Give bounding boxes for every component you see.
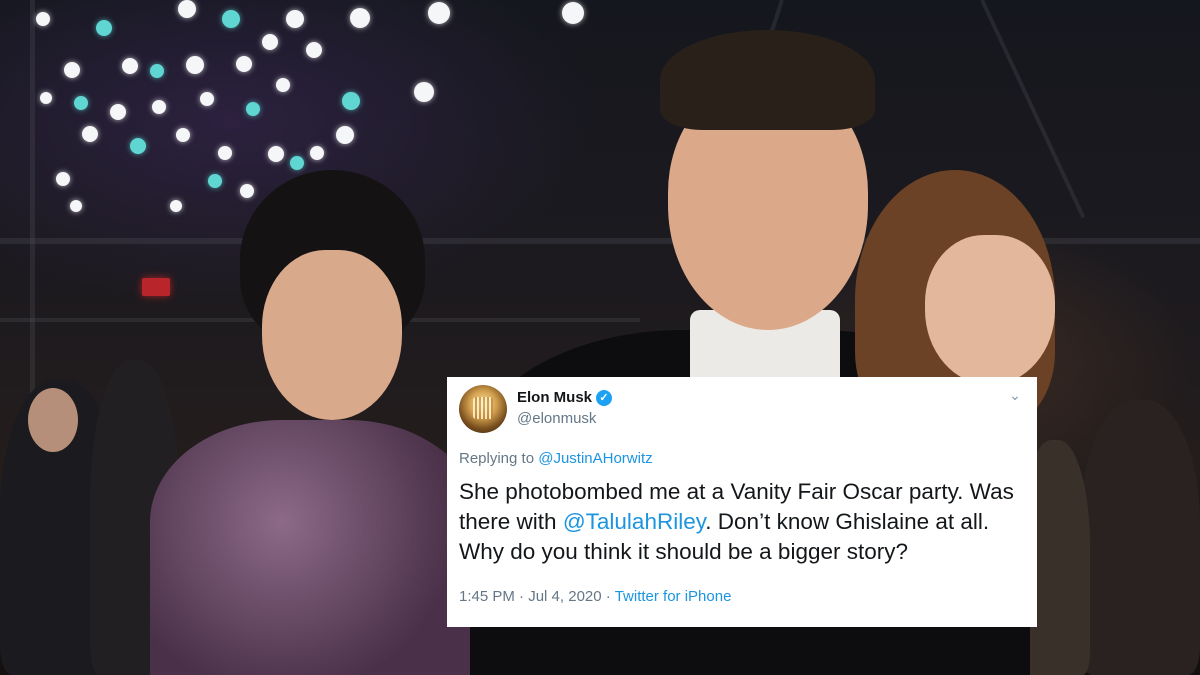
chevron-down-icon[interactable]: ⌄ (1005, 385, 1025, 405)
person-left-face (262, 250, 402, 420)
party-light (70, 200, 82, 212)
party-light (276, 78, 290, 92)
party-light (200, 92, 214, 106)
party-light (130, 138, 146, 154)
background-guest (1080, 400, 1200, 675)
tweet-time[interactable]: 1:45 PM (459, 588, 515, 605)
display-name[interactable]: Elon Musk (517, 389, 592, 406)
meta-separator: · (605, 588, 611, 605)
person-left-dress (150, 420, 480, 675)
party-light (64, 62, 80, 78)
party-light (74, 96, 88, 110)
party-light (310, 146, 324, 160)
party-light (290, 156, 304, 170)
party-light (208, 174, 222, 188)
tweet-date[interactable]: Jul 4, 2020 (528, 588, 601, 605)
party-light (40, 92, 52, 104)
party-light (336, 126, 354, 144)
person-right-face (925, 235, 1055, 385)
party-light (268, 146, 284, 162)
exit-sign (142, 278, 170, 296)
party-light (56, 172, 70, 186)
party-light (150, 64, 164, 78)
verified-badge-icon: ✓ (596, 390, 612, 406)
tweet-meta: 1:45 PM · Jul 4, 2020 · Twitter for iPho… (459, 588, 731, 605)
party-light (176, 128, 190, 142)
meta-separator: · (519, 588, 525, 605)
tweet-card[interactable]: Elon Musk ✓ @elonmusk ⌄ Replying to @Jus… (447, 377, 1037, 627)
party-light (562, 2, 584, 24)
party-light (186, 56, 204, 74)
avatar[interactable] (459, 385, 507, 433)
party-light (350, 8, 370, 28)
tweet-source-link[interactable]: Twitter for iPhone (615, 588, 732, 605)
party-light (286, 10, 304, 28)
party-light (236, 56, 252, 72)
party-light (122, 58, 138, 74)
person-center-hair (660, 30, 875, 130)
party-light (96, 20, 112, 36)
background-guest (28, 388, 78, 452)
replying-to-label: Replying to (459, 450, 535, 467)
party-light (342, 92, 360, 110)
party-light (240, 184, 254, 198)
party-light (246, 102, 260, 116)
party-light (178, 0, 196, 18)
party-light (218, 146, 232, 160)
party-light (82, 126, 98, 142)
party-light (306, 42, 322, 58)
mention-link[interactable]: @TalulahRiley (563, 509, 705, 534)
ceiling-beam (30, 0, 35, 420)
party-light (414, 82, 434, 102)
replying-to-mention-link[interactable]: @JustinAHorwitz (538, 450, 652, 467)
party-light (222, 10, 240, 28)
party-light (262, 34, 278, 50)
party-light (170, 200, 182, 212)
tweet-text: She photobombed me at a Vanity Fair Osca… (459, 477, 1029, 567)
party-light (152, 100, 166, 114)
party-light (110, 104, 126, 120)
party-light (428, 2, 450, 24)
replying-to: Replying to @JustinAHorwitz (459, 450, 653, 467)
user-handle[interactable]: @elonmusk (517, 410, 596, 427)
party-light (36, 12, 50, 26)
